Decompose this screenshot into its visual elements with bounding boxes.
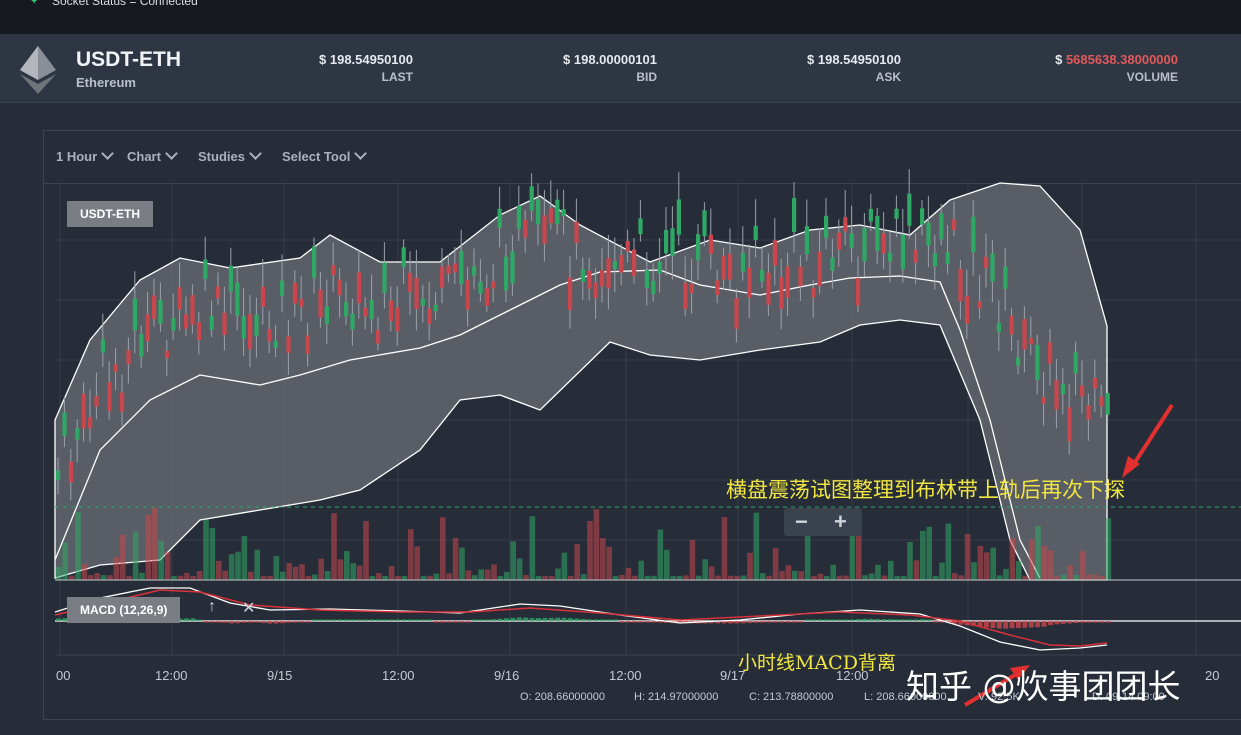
symbol-badge: USDT-ETH xyxy=(67,201,153,227)
x-label: 9/17 xyxy=(720,668,746,683)
zoom-controls: − + xyxy=(784,508,862,536)
x-label: 12:00 xyxy=(836,668,869,683)
x-label: 12:00 xyxy=(155,668,188,683)
x-label: 20 xyxy=(1205,668,1220,683)
zoom-in-button[interactable]: + xyxy=(834,509,847,535)
annotation-macd: 小时线MACD背离 xyxy=(738,652,896,674)
x-label: 12:00 xyxy=(382,668,415,683)
arrow-up-icon[interactable]: ↑ xyxy=(208,598,216,616)
bollinger-band xyxy=(54,182,1108,581)
zoom-out-button[interactable]: − xyxy=(795,509,808,535)
x-label: 9/16 xyxy=(494,668,520,683)
annotation-arrow-top xyxy=(1122,403,1174,478)
x-label: 9/15 xyxy=(267,668,293,683)
ohlc-open: O: 208.66000000 xyxy=(520,691,606,703)
ohlc-high: H: 214.97000000 xyxy=(634,691,719,703)
macd-histogram xyxy=(56,615,1111,629)
price-chart[interactable] xyxy=(0,0,1241,735)
close-icon[interactable]: ✕ xyxy=(242,598,255,618)
volume-bars xyxy=(56,507,1112,580)
watermark-text: 知乎 @炊事团团长 xyxy=(906,667,1181,706)
x-label: 12:00 xyxy=(609,668,642,683)
annotation-main: 横盘震荡试图整理到布林带上轨后再次下探 xyxy=(726,478,1125,502)
macd-badge[interactable]: MACD (12,26,9) xyxy=(67,597,181,623)
x-label: 00 xyxy=(56,668,71,683)
ohlc-close: C: 213.78800000 xyxy=(749,691,834,703)
